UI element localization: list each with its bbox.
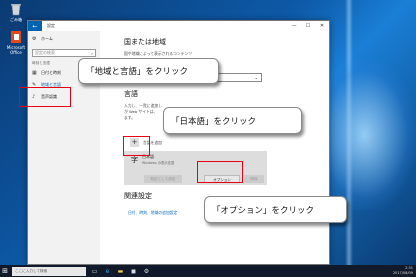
highlight-region-language [19, 87, 71, 107]
taskbar-search-placeholder: ここに入力して検索 [15, 268, 48, 273]
highlight-options [197, 161, 243, 183]
sidebar-item-label: ホーム [41, 36, 53, 41]
title-bar: ← 設定 — ☐ ✕ [28, 21, 329, 31]
callout-japanese: 「日本語」をクリック [163, 107, 302, 134]
search-icon: ⌕ [90, 50, 93, 56]
additional-settings-link[interactable]: 日付、時刻、地域の追加設定 [128, 210, 177, 216]
language-glyph-icon: 字 [131, 156, 138, 164]
language-description-line3: ます。 [124, 115, 136, 120]
callout-region-language: 「地域と言語」をクリック [78, 58, 219, 84]
desktop-icon-label: ごみ箱 [10, 17, 22, 22]
back-button[interactable]: ← [28, 21, 42, 31]
edge-icon[interactable]: e [103, 265, 112, 277]
maximize-button[interactable]: ☐ [301, 23, 315, 29]
gear-icon: ⚙ [32, 36, 37, 42]
taskbar: ⊞ ここに入力して検索 ▭ e ▬ ◼ ⚙ 2:31 2017/08/09 [0, 265, 416, 277]
taskbar-search-input[interactable]: ここに入力して検索 [12, 266, 86, 276]
desktop-icon-recycle-bin[interactable]: ごみ箱 [3, 2, 29, 23]
highlight-japanese [123, 136, 150, 156]
task-view-icon[interactable]: ▭ [90, 265, 99, 277]
window-title: 設定 [47, 23, 55, 28]
language-list-item-japanese[interactable]: 字 日本語 Windows の表示言語 既定として設定 オプション 削除 [124, 151, 267, 185]
search-placeholder: 設定の検索 [35, 50, 55, 55]
callout-options: 「オプション」をクリック [204, 196, 347, 223]
related-settings-heading: 関連設定 [124, 192, 152, 200]
close-button[interactable]: ✕ [315, 23, 329, 29]
desktop-icon-label: Microsoft Office [6, 45, 26, 55]
set-default-button[interactable]: 既定として設定 [144, 175, 182, 183]
clock-date: 2017/08/09 [392, 271, 413, 275]
sidebar-item-label: 日付と時刻 [41, 70, 61, 75]
explorer-icon[interactable]: ▬ [116, 265, 125, 277]
sidebar-item-home[interactable]: ⚙ ホーム [28, 33, 100, 45]
calendar-icon: ▦ [32, 70, 37, 76]
store-icon[interactable]: ◼ [129, 265, 138, 277]
wallpaper-window-light [330, 60, 416, 210]
system-clock[interactable]: 2:31 2017/08/09 [393, 266, 413, 276]
office-icon [9, 30, 23, 44]
minimize-button[interactable]: — [287, 23, 301, 29]
settings-window: ← 設定 — ☐ ✕ ⚙ ホーム 設定の検索 ⌕ 時刻と言語 ▦ 日付と時刻 ✎… [27, 20, 330, 265]
settings-taskbar-icon[interactable]: ⚙ [142, 265, 151, 277]
language-heading: 言語 [124, 90, 138, 98]
region-description: 国や地域によって表示されるコンテンツ [124, 51, 193, 56]
recycle-bin-icon [9, 2, 23, 16]
language-subtitle: Windows の表示言語 [142, 161, 175, 165]
desktop-icon-office[interactable]: Microsoft Office [3, 30, 29, 55]
settings-search-input[interactable]: 設定の検索 ⌕ [32, 49, 96, 57]
chevron-down-icon: ⌄ [254, 75, 258, 80]
region-heading: 国または地域 [124, 38, 166, 46]
remove-button[interactable]: 削除 [244, 175, 264, 183]
start-button[interactable]: ⊞ [0, 265, 10, 277]
